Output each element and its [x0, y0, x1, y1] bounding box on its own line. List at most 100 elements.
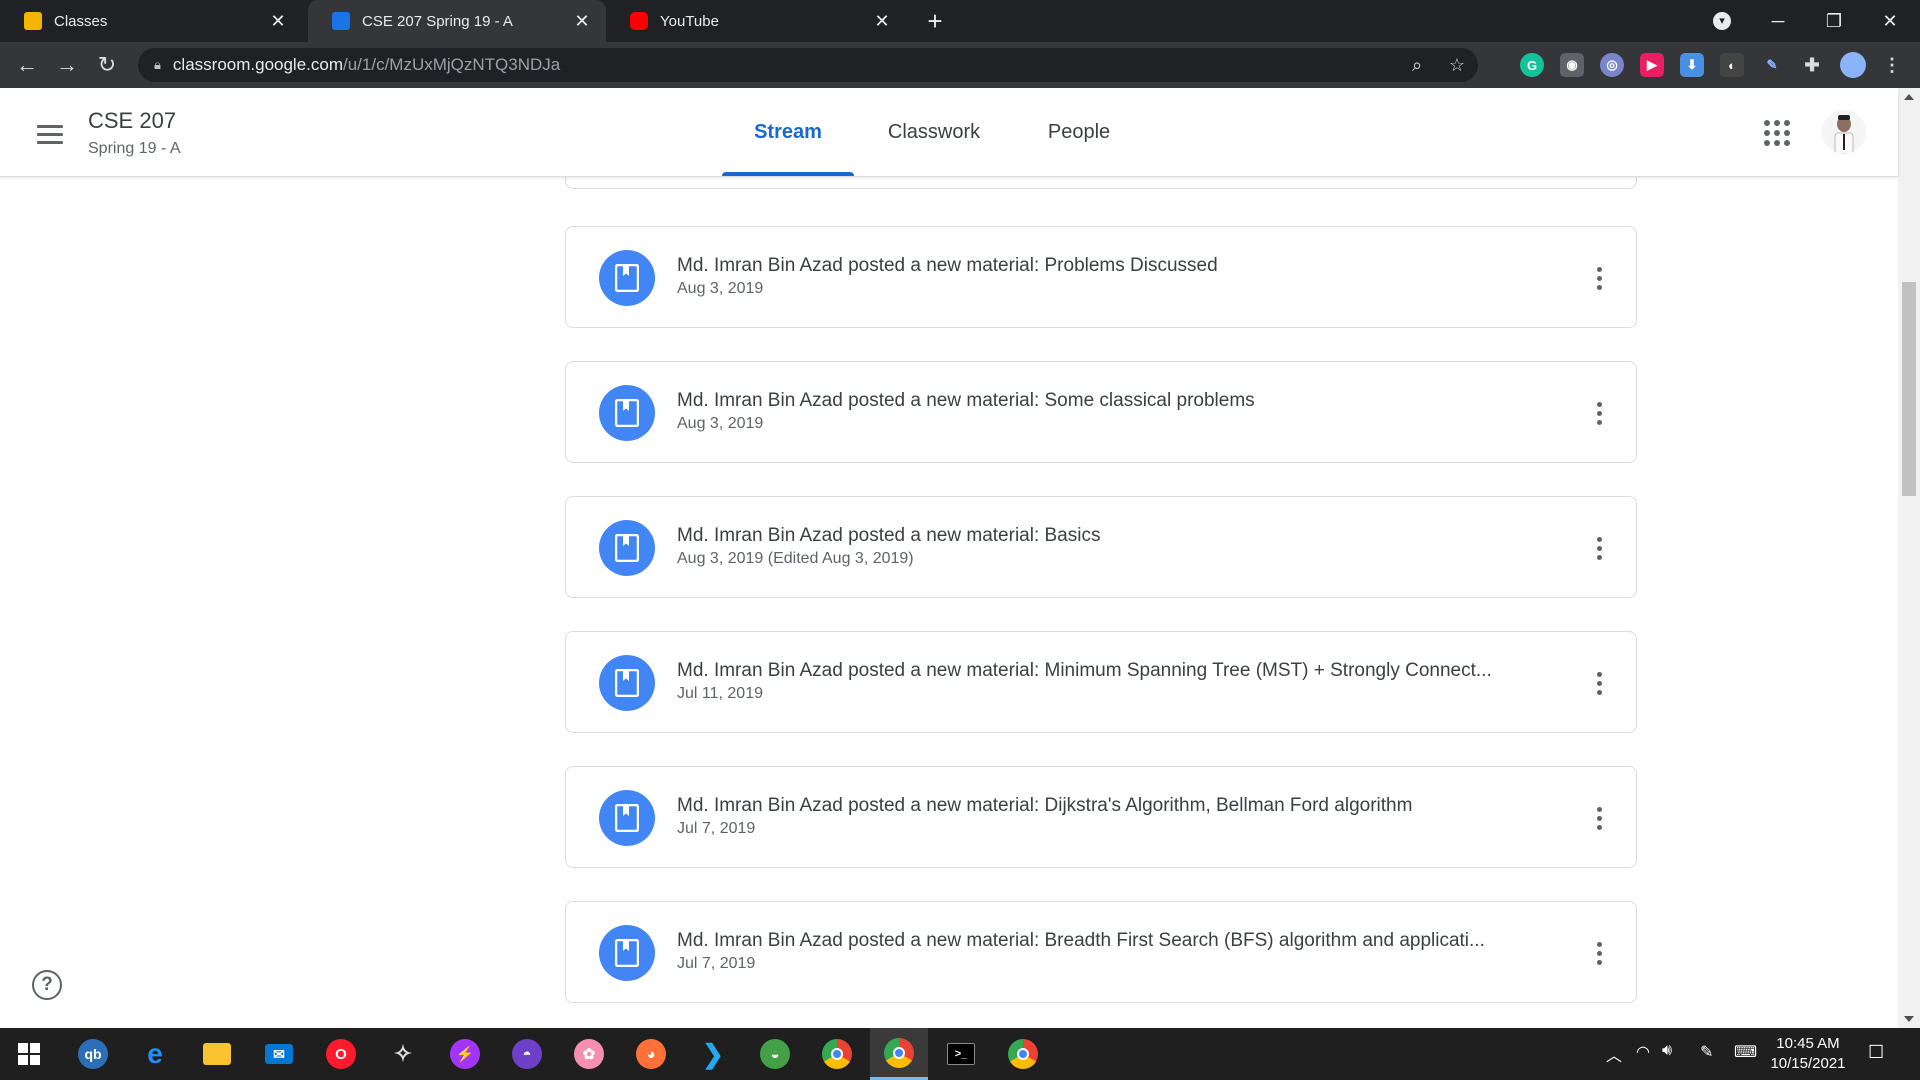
- page-scrollbar[interactable]: [1898, 88, 1920, 1028]
- browser-tab-youtube[interactable]: YouTube ✕: [606, 0, 906, 42]
- address-bar[interactable]: 🔒︎ classroom.google.com/u/1/c/MzUxMjQzNT…: [138, 48, 1478, 82]
- post-date: Jul 11, 2019: [677, 685, 763, 702]
- chrome-menu-icon[interactable]: ⋮: [1880, 53, 1904, 77]
- tray-chevron-up-icon[interactable]: ︿: [1606, 1042, 1622, 1066]
- taskbar-app-terminal[interactable]: >_: [932, 1028, 990, 1080]
- taskbar-app-opera[interactable]: O: [312, 1028, 370, 1080]
- stream-post-card[interactable]: Md. Imran Bin Azad posted a new material…: [565, 901, 1637, 1003]
- profile-avatar-icon[interactable]: [1840, 52, 1866, 78]
- new-tab-icon[interactable]: +: [922, 6, 948, 36]
- extension-icon[interactable]: ◎: [1600, 53, 1624, 77]
- folder-icon: [203, 1043, 231, 1065]
- camera-extension-icon[interactable]: ◉: [1560, 53, 1584, 77]
- windows-logo-icon: [18, 1043, 40, 1065]
- wifi-icon[interactable]: ◠: [1636, 1042, 1650, 1062]
- taskbar-app-chrome-3[interactable]: [994, 1028, 1052, 1080]
- taskbar-app-chrome-2[interactable]: [870, 1028, 928, 1080]
- taskbar-app-file-explorer[interactable]: [188, 1028, 246, 1080]
- taskbar-app-satellite[interactable]: ✧: [374, 1028, 432, 1080]
- close-window-icon[interactable]: ✕: [1862, 0, 1918, 42]
- taskbar-app-edge[interactable]: e: [126, 1028, 184, 1080]
- post-date: Aug 3, 2019: [677, 415, 764, 432]
- class-section: Spring 19 - A: [88, 140, 181, 157]
- volume-icon[interactable]: 🔊︎: [1662, 1042, 1672, 1060]
- pen-icon[interactable]: ✎: [1700, 1042, 1713, 1062]
- reload-icon[interactable]: ↻: [92, 50, 122, 80]
- bookmark-star-icon[interactable]: ☆: [1440, 48, 1474, 82]
- user-avatar[interactable]: [1822, 110, 1866, 154]
- taskbar-app-chrome-1[interactable]: [808, 1028, 866, 1080]
- post-date: Jul 7, 2019: [677, 820, 756, 837]
- taskbar-app-github[interactable]: ◓: [498, 1028, 556, 1080]
- close-tab-icon[interactable]: ✕: [572, 11, 592, 32]
- stream-feed: Md. Imran Bin Azad posted a new material…: [0, 177, 1898, 1028]
- grammarly-extension-icon[interactable]: G: [1520, 53, 1544, 77]
- stream-post-card[interactable]: Md. Imran Bin Azad posted a new material…: [565, 361, 1637, 463]
- more-options-icon[interactable]: [1582, 261, 1616, 295]
- minimize-icon[interactable]: ─: [1750, 0, 1806, 42]
- tab-search-icon[interactable]: ▾: [1694, 0, 1750, 42]
- keyboard-icon[interactable]: ⌨: [1734, 1042, 1757, 1062]
- material-book-icon: [599, 655, 655, 711]
- stream-post-card[interactable]: Md. Imran Bin Azad posted a new material…: [565, 766, 1637, 868]
- post-title: Md. Imran Bin Azad posted a new material…: [677, 390, 1255, 411]
- windows-start-icon[interactable]: [0, 1028, 58, 1080]
- pen-extension-icon[interactable]: ✎: [1760, 53, 1784, 77]
- play-extension-icon[interactable]: ▶: [1640, 53, 1664, 77]
- tab-people[interactable]: People: [1036, 88, 1122, 176]
- more-options-icon[interactable]: [1582, 936, 1616, 970]
- stream-post-card-partial[interactable]: [565, 177, 1637, 189]
- browser-tab-classes[interactable]: Classes ✕: [0, 0, 302, 42]
- taskbar-app-network-tool[interactable]: ◒: [746, 1028, 804, 1080]
- extension-icon[interactable]: ◐: [1720, 53, 1744, 77]
- extensions-puzzle-icon[interactable]: ✚: [1800, 53, 1824, 77]
- taskbar-app-firefox[interactable]: ◕: [622, 1028, 680, 1080]
- taskbar-clock[interactable]: 10:45 AM 10/15/2021: [1758, 1034, 1858, 1074]
- stream-post-card[interactable]: Md. Imran Bin Azad posted a new material…: [565, 631, 1637, 733]
- back-icon[interactable]: ←: [12, 50, 42, 80]
- browser-tab-cse207[interactable]: CSE 207 Spring 19 - A ✕: [308, 0, 606, 42]
- forward-icon[interactable]: →: [52, 50, 82, 80]
- class-title[interactable]: CSE 207: [88, 108, 176, 134]
- post-title: Md. Imran Bin Azad posted a new material…: [677, 930, 1485, 951]
- youtube-favicon-icon: [630, 12, 648, 30]
- more-options-icon[interactable]: [1582, 396, 1616, 430]
- user-avatar-image: [1822, 110, 1866, 154]
- google-apps-icon[interactable]: [1762, 118, 1792, 148]
- notifications-icon[interactable]: ☐: [1868, 1042, 1884, 1063]
- chrome-icon: [1008, 1039, 1038, 1069]
- clock-time: 10:45 AM: [1776, 1035, 1840, 1052]
- taskbar-app-paint[interactable]: ✿: [560, 1028, 618, 1080]
- tab-title: YouTube: [660, 12, 719, 30]
- material-book-icon: [599, 385, 655, 441]
- terminal-icon: >_: [947, 1043, 975, 1065]
- material-book-icon: [599, 520, 655, 576]
- url-path: /u/1/c/MzUxMjQzNTQ3NDJa: [343, 55, 561, 74]
- restore-icon[interactable]: ❐: [1806, 0, 1862, 42]
- qb-app-icon: qb: [78, 1039, 108, 1069]
- mail-icon: ✉: [265, 1044, 293, 1064]
- scroll-up-arrow-icon[interactable]: [1904, 94, 1914, 100]
- tab-stream[interactable]: Stream: [722, 88, 854, 176]
- scroll-down-arrow-icon[interactable]: [1904, 1016, 1914, 1022]
- stream-post-card[interactable]: Md. Imran Bin Azad posted a new material…: [565, 496, 1637, 598]
- taskbar-app-qb[interactable]: qb: [64, 1028, 122, 1080]
- more-options-icon[interactable]: [1582, 531, 1616, 565]
- download-extension-icon[interactable]: ⬇: [1680, 53, 1704, 77]
- more-options-icon[interactable]: [1582, 666, 1616, 700]
- more-options-icon[interactable]: [1582, 801, 1616, 835]
- close-tab-icon[interactable]: ✕: [872, 11, 892, 32]
- help-icon[interactable]: ?: [32, 970, 62, 1000]
- post-date: Jul 7, 2019: [677, 955, 756, 972]
- taskbar-app-mail[interactable]: ✉: [250, 1028, 308, 1080]
- opera-icon: O: [326, 1039, 356, 1069]
- main-menu-icon[interactable]: [30, 116, 70, 152]
- close-tab-icon[interactable]: ✕: [268, 11, 288, 32]
- taskbar-app-messenger[interactable]: ⚡: [436, 1028, 494, 1080]
- taskbar-app-vscode[interactable]: ❯: [684, 1028, 742, 1080]
- github-icon: ◓: [512, 1039, 542, 1069]
- stream-post-card[interactable]: Md. Imran Bin Azad posted a new material…: [565, 226, 1637, 328]
- tab-classwork[interactable]: Classwork: [872, 88, 996, 176]
- scroll-thumb[interactable]: [1902, 282, 1916, 496]
- zoom-icon[interactable]: ⌕: [1400, 48, 1434, 82]
